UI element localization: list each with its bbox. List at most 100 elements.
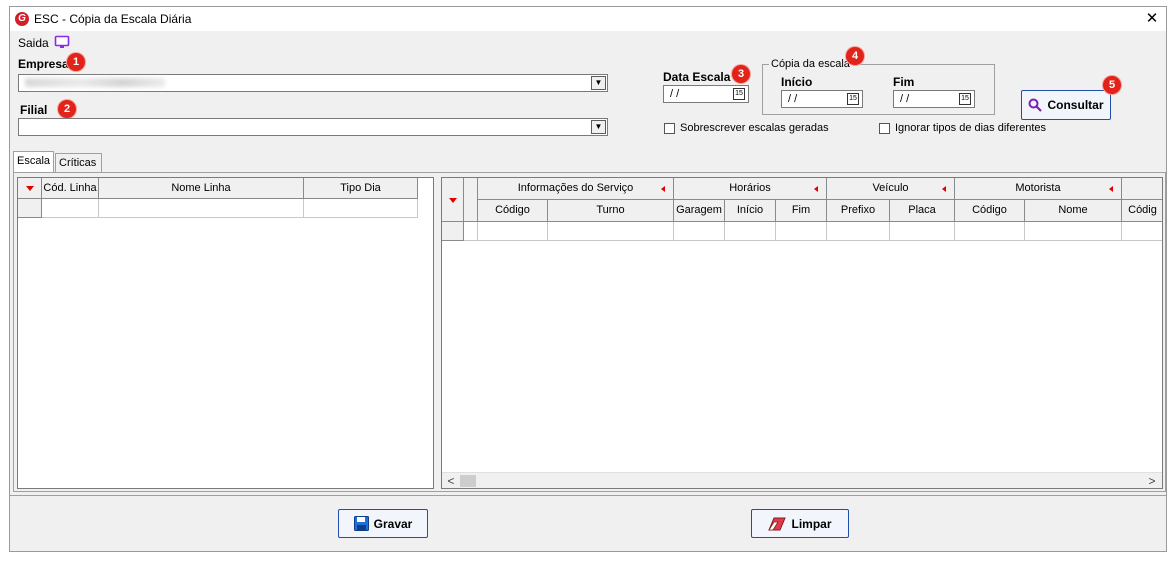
col-fim[interactable]: Fim <box>776 200 827 222</box>
app-logo-icon: G <box>15 12 29 26</box>
copia-escala-legend: Cópia da escala <box>769 58 852 70</box>
table-cell[interactable] <box>1025 222 1122 241</box>
empresa-select[interactable]: ▼ <box>18 74 608 92</box>
table-cell[interactable] <box>548 222 674 241</box>
main-window: G ESC - Cópia da Escala Diária ✕ Saida E… <box>9 6 1167 552</box>
col-turno[interactable]: Turno <box>548 200 674 222</box>
fim-date-input[interactable]: / / 15 <box>893 90 975 108</box>
table-cell[interactable] <box>674 222 725 241</box>
calendar-icon[interactable]: 15 <box>847 93 859 105</box>
col-garagem[interactable]: Garagem <box>674 200 725 222</box>
collapse-arrow-icon[interactable] <box>1109 186 1113 192</box>
menu-saida[interactable]: Saida <box>18 36 49 50</box>
limpar-label: Limpar <box>791 516 832 531</box>
data-escala-input[interactable]: / / 15 <box>663 85 749 103</box>
gravar-button[interactable]: Gravar <box>338 509 428 538</box>
data-escala-value: / / <box>670 88 680 100</box>
empresa-blurred-value <box>25 78 165 87</box>
ignorar-label: Ignorar tipos de dias diferentes <box>895 122 1047 134</box>
left-grid[interactable]: Cód. Linha Nome Linha Tipo Dia <box>17 177 434 489</box>
col-codigo-partial[interactable]: Códig <box>1122 200 1162 222</box>
filial-label: Filial <box>20 103 48 117</box>
sort-marker-icon <box>25 186 34 191</box>
table-cell[interactable] <box>42 199 99 218</box>
scroll-right-icon[interactable]: > <box>1145 474 1159 488</box>
badge-4: 4 <box>846 47 864 65</box>
monitor-icon[interactable] <box>54 35 70 49</box>
col-inicio[interactable]: Início <box>725 200 776 222</box>
badge-5: 5 <box>1103 76 1121 94</box>
group-veiculo-label: Veículo <box>872 182 909 194</box>
group-horarios-label: Horários <box>729 182 771 194</box>
collapse-arrow-icon[interactable] <box>942 186 946 192</box>
col-prefixo[interactable]: Prefixo <box>827 200 890 222</box>
consultar-button[interactable]: Consultar <box>1021 90 1111 120</box>
table-cell[interactable] <box>725 222 776 241</box>
table-cell[interactable] <box>955 222 1025 241</box>
group-motorista-label: Motorista <box>1015 182 1061 194</box>
close-icon[interactable]: ✕ <box>1142 9 1162 29</box>
inicio-label: Início <box>781 75 813 89</box>
save-icon <box>353 516 369 531</box>
group-horarios[interactable]: Horários <box>674 178 827 200</box>
table-cell[interactable] <box>776 222 827 241</box>
ignorar-checkbox[interactable] <box>879 123 890 134</box>
scroll-left-icon[interactable]: < <box>444 474 458 488</box>
calendar-icon[interactable]: 15 <box>733 88 745 100</box>
col-placa[interactable]: Placa <box>890 200 955 222</box>
col-cod-linha[interactable]: Cód. Linha <box>42 178 99 199</box>
filial-select[interactable]: ▼ <box>18 118 608 136</box>
table-cell[interactable] <box>478 222 548 241</box>
badge-3: 3 <box>732 65 750 83</box>
fim-value: / / <box>900 93 910 105</box>
row-indicator[interactable] <box>18 199 42 218</box>
table-cell[interactable] <box>1122 222 1162 241</box>
horizontal-scrollbar[interactable]: < > <box>442 472 1162 488</box>
eraser-icon <box>768 517 787 530</box>
title-bar: G ESC - Cópia da Escala Diária ✕ <box>10 7 1166 31</box>
sobrescrever-label: Sobrescrever escalas geradas <box>680 122 829 134</box>
row-indicator[interactable] <box>442 222 464 241</box>
table-cell[interactable] <box>304 199 418 218</box>
consultar-label: Consultar <box>1047 98 1104 112</box>
right-grid-corner[interactable] <box>442 178 464 222</box>
limpar-button[interactable]: Limpar <box>751 509 849 538</box>
table-cell[interactable] <box>464 222 478 241</box>
col-tipo-dia[interactable]: Tipo Dia <box>304 178 418 199</box>
badge-2: 2 <box>58 100 76 118</box>
badge-1: 1 <box>67 53 85 71</box>
inicio-value: / / <box>788 93 798 105</box>
collapse-arrow-icon[interactable] <box>661 186 665 192</box>
data-escala-label: Data Escala <box>663 70 731 84</box>
tab-content: Cód. Linha Nome Linha Tipo Dia Informaçõ… <box>13 172 1166 492</box>
right-grid-indicator-head <box>464 178 478 222</box>
inicio-date-input[interactable]: / / 15 <box>781 90 863 108</box>
group-motorista[interactable]: Motorista <box>955 178 1122 200</box>
table-cell[interactable] <box>890 222 955 241</box>
col-codigo-motorista[interactable]: Código <box>955 200 1025 222</box>
window-title: ESC - Cópia da Escala Diária <box>34 12 192 26</box>
table-cell[interactable] <box>99 199 304 218</box>
gravar-label: Gravar <box>373 516 413 531</box>
tab-escala[interactable]: Escala <box>13 151 54 172</box>
calendar-icon[interactable]: 15 <box>959 93 971 105</box>
left-grid-corner[interactable] <box>18 178 42 199</box>
fim-label: Fim <box>893 75 915 89</box>
col-nome-motorista[interactable]: Nome <box>1025 200 1122 222</box>
chevron-down-icon[interactable]: ▼ <box>591 120 606 134</box>
right-grid[interactable]: Informações do Serviço Horários Veículo … <box>441 177 1163 489</box>
scroll-thumb[interactable] <box>460 475 476 487</box>
group-informacoes-label: Informações do Serviço <box>517 182 634 194</box>
table-cell[interactable] <box>827 222 890 241</box>
divider <box>10 495 1166 497</box>
group-informacoes-servico[interactable]: Informações do Serviço <box>478 178 674 200</box>
collapse-arrow-icon[interactable] <box>814 186 818 192</box>
sobrescrever-checkbox[interactable] <box>664 123 675 134</box>
col-codigo-servico[interactable]: Código <box>478 200 548 222</box>
group-overflow <box>1122 178 1162 200</box>
group-veiculo[interactable]: Veículo <box>827 178 955 200</box>
col-nome-linha[interactable]: Nome Linha <box>99 178 304 199</box>
chevron-down-icon[interactable]: ▼ <box>591 76 606 90</box>
tab-criticas[interactable]: Críticas <box>55 153 102 172</box>
search-icon <box>1028 98 1043 112</box>
